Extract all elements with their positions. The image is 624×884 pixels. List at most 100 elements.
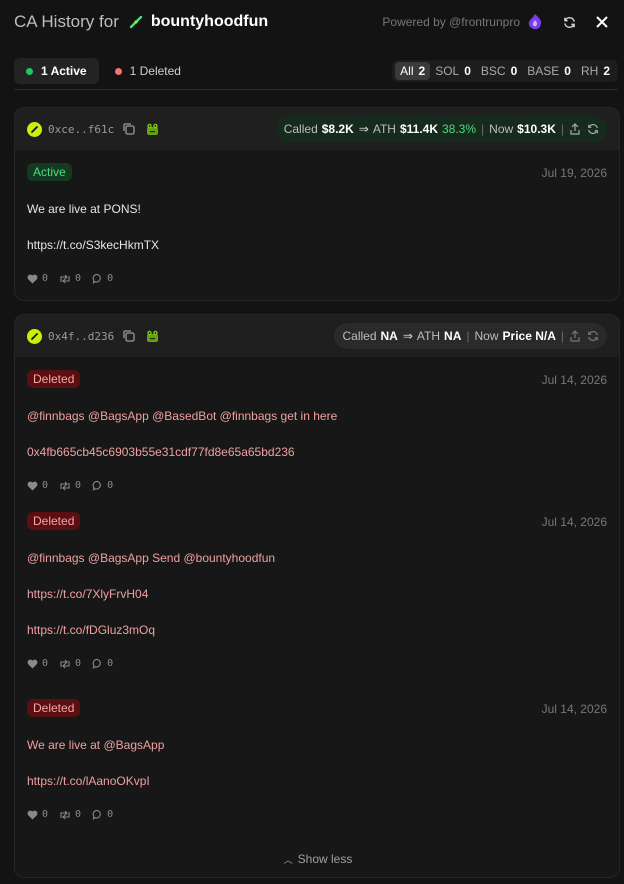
- frog-icon[interactable]: [145, 329, 160, 344]
- contract-address[interactable]: 0xce..f61c: [48, 123, 114, 136]
- deleted-dot-icon: [114, 67, 122, 75]
- separator: |: [481, 122, 485, 136]
- now-label: Now: [489, 122, 514, 136]
- chain-label: SOL: [435, 64, 460, 78]
- tweet-text: @finnbags @BagsApp @BasedBot @finnbags g…: [27, 409, 338, 423]
- frontrun-logo-icon: [526, 13, 544, 31]
- share-icon[interactable]: [569, 330, 581, 342]
- tweet-entry: Deleted Jul 14, 2026 We are live at @Bag…: [15, 693, 619, 843]
- chain-count: 0: [564, 64, 571, 78]
- tweet-text: @finnbags @BagsApp Send @bountyhoodfun: [27, 551, 276, 565]
- tweet-entry: Active Jul 19, 2026 We are live at PONS!…: [15, 150, 619, 300]
- chain-count: 2: [418, 64, 426, 78]
- replies-stat: 0: [92, 480, 113, 491]
- called-label: Called: [283, 122, 318, 136]
- arrow-right-icon: ⇒: [358, 122, 369, 136]
- now-label: Now: [474, 329, 499, 343]
- header-bar: CA History for bountyhoodfun Powered by …: [0, 0, 624, 44]
- frog-icon[interactable]: [145, 122, 160, 137]
- chain-rh[interactable]: RH 2: [576, 62, 615, 80]
- retweets-stat: 0: [59, 658, 81, 669]
- reply-icon: [92, 658, 101, 669]
- refresh-icon[interactable]: [587, 330, 599, 342]
- heart-icon: [27, 659, 38, 668]
- ath-label: ATH: [416, 329, 441, 343]
- token-name: bountyhoodfun: [150, 13, 269, 30]
- status-badge: Deleted: [27, 512, 81, 530]
- now-value: $10.3K: [517, 122, 556, 136]
- replies-stat: 0: [92, 809, 113, 820]
- tweet-stats: 0 0 0: [27, 273, 124, 284]
- chain-bsc[interactable]: BSC 0: [476, 62, 522, 80]
- chain-label: RH: [580, 64, 599, 78]
- chain-base[interactable]: BASE 0: [522, 62, 576, 80]
- heart-icon: [27, 481, 38, 490]
- tab-active-label: 1 Active: [41, 64, 87, 78]
- reply-icon: [92, 480, 101, 491]
- tweet-date: Jul 14, 2026: [541, 515, 607, 529]
- retweet-icon: [60, 274, 70, 283]
- chain-filter: All 2 SOL 0 BSC 0 BASE 0 RH 2: [392, 60, 618, 82]
- refresh-icon[interactable]: [587, 123, 599, 135]
- tweet-link[interactable]: https://t.co/S3kecHkmTX: [27, 238, 159, 252]
- tweet-text: 0x4fb665cb45c6903b55e31cdf77fd8e65a65bd2…: [27, 445, 295, 459]
- tweet-text: We are live at PONS!: [27, 202, 141, 216]
- called-value: $8.2K: [321, 122, 354, 136]
- tweet-date: Jul 14, 2026: [541, 702, 607, 716]
- retweets-stat: 0: [59, 809, 81, 820]
- heart-icon: [27, 274, 38, 283]
- replies-stat: 0: [92, 658, 113, 669]
- tweet-date: Jul 19, 2026: [541, 166, 607, 180]
- refresh-icon[interactable]: [561, 14, 577, 30]
- show-less-label: Show less: [297, 852, 353, 866]
- tab-active[interactable]: 1 Active: [14, 58, 99, 84]
- reply-icon: [92, 809, 101, 820]
- share-icon[interactable]: [569, 123, 581, 135]
- reply-icon: [92, 273, 101, 284]
- chain-count: 0: [464, 64, 471, 78]
- likes-stat: 0: [27, 480, 48, 491]
- separator: |: [560, 122, 564, 136]
- retweet-icon: [60, 810, 70, 819]
- tweet-link[interactable]: https://t.co/lAanoOKvpI: [27, 774, 150, 788]
- likes-stat: 0: [27, 658, 48, 669]
- status-badge: Deleted: [27, 699, 81, 717]
- tweet-text: We are live at @BagsApp: [27, 738, 165, 752]
- powered-by-link[interactable]: Powered by @frontrunpro: [382, 15, 520, 29]
- retweet-icon: [60, 659, 70, 668]
- tab-deleted[interactable]: 1 Deleted: [103, 58, 193, 84]
- retweets-stat: 0: [59, 480, 81, 491]
- tweet-entry: Deleted Jul 14, 2026 @finnbags @BagsApp …: [15, 507, 619, 693]
- ath-percent: 38.3%: [442, 122, 477, 136]
- ca-card: 0x4f..d236 Called NA ⇒ ATH NA | Now Pric…: [14, 314, 620, 878]
- token-coin-icon: [27, 328, 42, 344]
- copy-icon[interactable]: [122, 122, 136, 136]
- chain-label: All: [400, 64, 414, 78]
- ath-label: ATH: [372, 122, 396, 136]
- now-value: Price N/A: [502, 329, 556, 343]
- tweet-stats: 0 0 0: [27, 658, 124, 669]
- tweet-stats: 0 0 0: [27, 480, 124, 491]
- chain-sol[interactable]: SOL 0: [430, 62, 476, 80]
- replies-stat: 0: [92, 273, 113, 284]
- chain-all[interactable]: All 2: [395, 62, 431, 80]
- tweet-link[interactable]: https://t.co/7XlyFrvH04: [27, 587, 148, 601]
- card-header: 0xce..f61c Called $8.2K ⇒ ATH $11.4K 38.…: [15, 108, 619, 150]
- tweet-date: Jul 14, 2026: [541, 373, 607, 387]
- performance-pill: Called $8.2K ⇒ ATH $11.4K 38.3% | Now $1…: [275, 116, 607, 142]
- likes-stat: 0: [27, 809, 48, 820]
- contract-address[interactable]: 0x4f..d236: [48, 330, 114, 343]
- called-label: Called: [342, 329, 377, 343]
- tweet-link[interactable]: https://t.co/fDGluz3mOq: [27, 623, 155, 637]
- tab-deleted-label: 1 Deleted: [129, 64, 181, 78]
- ca-card: 0xce..f61c Called $8.2K ⇒ ATH $11.4K 38.…: [14, 107, 620, 301]
- separator: |: [560, 329, 564, 343]
- chain-count: 0: [510, 64, 518, 78]
- show-less-button[interactable]: ︿ Show less: [15, 852, 619, 866]
- close-icon[interactable]: [594, 14, 610, 30]
- status-badge: Active: [27, 163, 72, 181]
- copy-icon[interactable]: [122, 329, 136, 343]
- link-icon: [129, 15, 143, 29]
- chevron-up-icon: ︿: [283, 855, 293, 865]
- heart-icon: [27, 810, 38, 819]
